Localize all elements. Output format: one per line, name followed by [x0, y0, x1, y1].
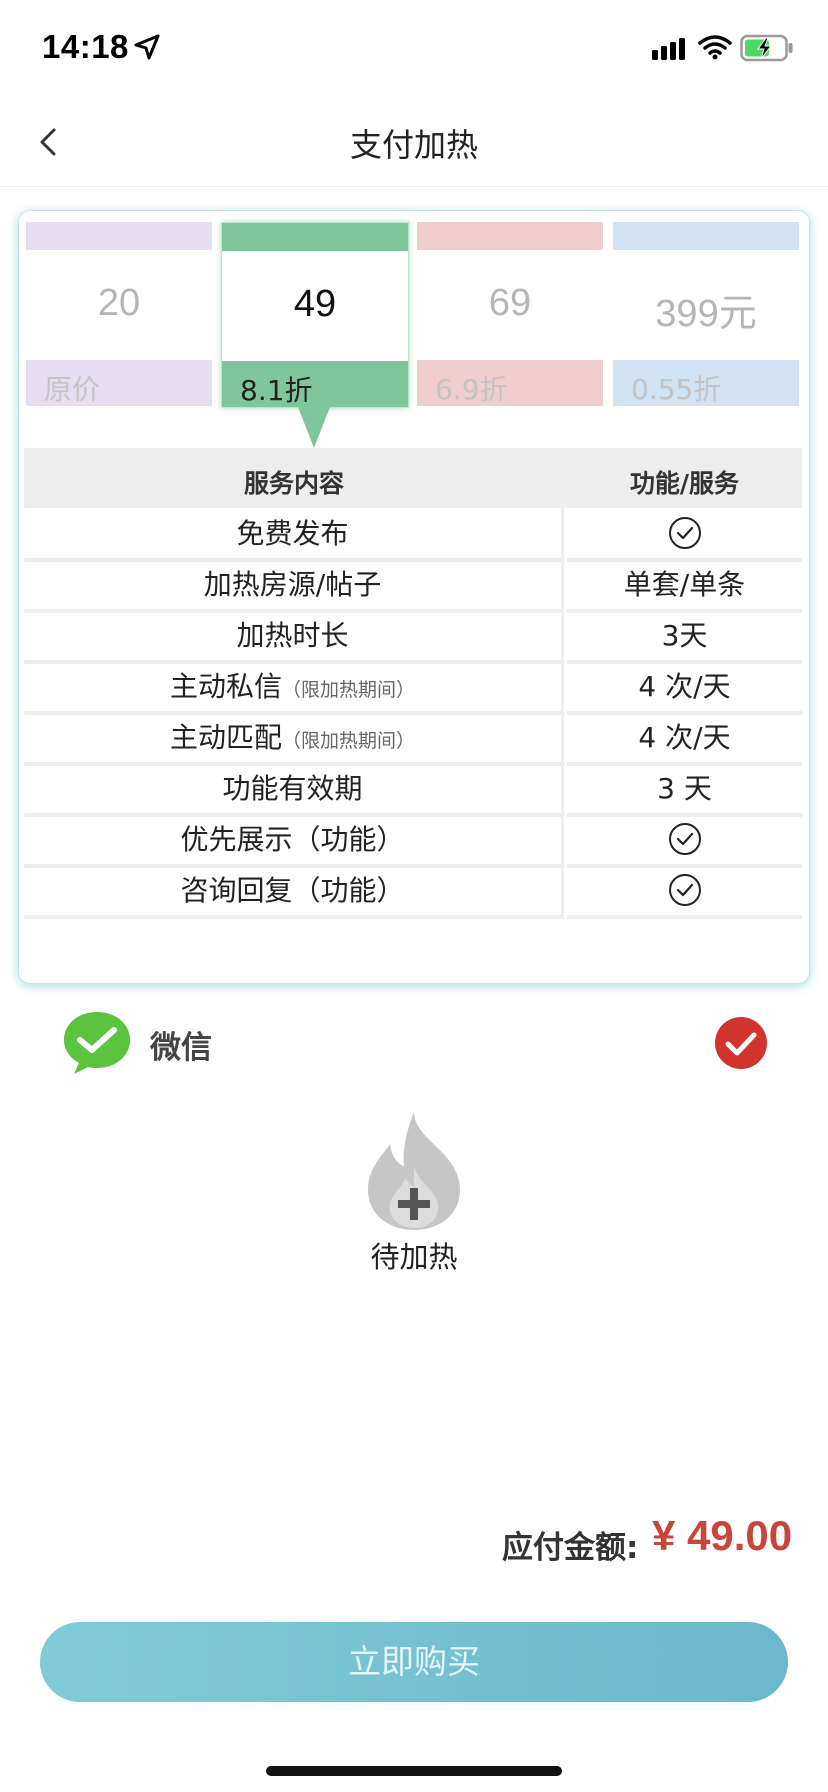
- service-name: 主动匹配: [169, 721, 282, 754]
- tier-price: 399元: [655, 293, 757, 335]
- payment-selected-check-icon[interactable]: [714, 1016, 768, 1070]
- service-value-cell: [567, 814, 802, 868]
- table-header: 服务内容 功能/服务: [24, 448, 802, 508]
- service-name: 功能有效期: [222, 772, 363, 805]
- service-name-cell: 加热房源/帖子: [24, 559, 564, 613]
- service-name: 咨询回复（功能）: [180, 874, 405, 907]
- buy-now-button[interactable]: 立即购买: [40, 1622, 788, 1702]
- service-name-cell: 功能有效期: [24, 763, 564, 817]
- service-name: 加热时长: [236, 619, 349, 652]
- service-name: 主动私信: [169, 670, 282, 703]
- heat-status-label: 待加热: [370, 1240, 458, 1274]
- home-indicator: [266, 1766, 562, 1776]
- tier-discount: 原价: [44, 373, 101, 406]
- service-note: （限加热期间）: [282, 679, 416, 701]
- wifi-icon: [698, 35, 732, 60]
- payment-method-label[interactable]: 微信: [150, 1022, 212, 1067]
- tier-price: 69: [488, 282, 532, 324]
- service-value: 单套/单条: [623, 568, 746, 601]
- service-name: 加热房源/帖子: [203, 568, 382, 601]
- table-header-feature: 功能/服务: [629, 469, 740, 498]
- table-row: 优先展示（功能）: [24, 814, 802, 868]
- table-row: 功能有效期 3 天: [24, 763, 802, 817]
- battery-charging-icon: [740, 34, 793, 62]
- table-header-service: 服务内容: [243, 469, 344, 498]
- service-value-cell: 4 次/天: [567, 712, 802, 766]
- location-arrow-icon: [134, 34, 160, 60]
- status-time: 14:18: [42, 28, 129, 65]
- total-label: 应付金额:: [502, 1530, 639, 1566]
- service-value-cell: [567, 508, 802, 562]
- table-row: 加热时长 3天: [24, 610, 802, 664]
- selected-tier-pointer-icon: [296, 402, 332, 448]
- fire-plus-icon: [368, 1112, 460, 1230]
- service-name-cell: 主动私信（限加热期间）: [24, 661, 564, 715]
- service-name: 优先展示（功能）: [180, 823, 405, 856]
- check-circle-icon: [668, 517, 701, 549]
- table-row: 咨询回复（功能）: [24, 865, 802, 919]
- page-title: 支付加热: [349, 126, 478, 164]
- check-circle-icon: [668, 874, 701, 906]
- tier-option-original[interactable]: 20 原价: [26, 222, 212, 406]
- service-value: 4 次/天: [638, 670, 731, 703]
- wechat-pay-icon: [64, 1012, 130, 1074]
- tier-band-top: [613, 222, 799, 250]
- service-value: 3 天: [657, 772, 712, 805]
- service-name-cell: 加热时长: [24, 610, 564, 664]
- tier-price: 49: [293, 283, 337, 325]
- tier-option-399[interactable]: 399元 0.55折: [613, 222, 799, 406]
- tier-option-69[interactable]: 69 6.9折: [417, 222, 603, 406]
- nav-divider: [0, 186, 828, 187]
- table-row: 主动匹配（限加热期间） 4 次/天: [24, 712, 802, 766]
- service-note: （限加热期间）: [282, 730, 416, 752]
- service-value: 4 次/天: [638, 721, 731, 754]
- tier-price: 20: [97, 282, 141, 324]
- service-value: 3天: [661, 619, 708, 652]
- tier-discount: 6.9折: [435, 373, 508, 406]
- total-amount: ¥ 49.00: [652, 1512, 793, 1559]
- tier-band-top: [26, 222, 212, 250]
- table-row: 免费发布: [24, 508, 802, 562]
- tier-discount: 0.55折: [631, 373, 722, 406]
- cellular-signal-icon: [652, 38, 685, 60]
- service-value-cell: 3天: [567, 610, 802, 664]
- service-name-cell: 优先展示（功能）: [24, 814, 564, 868]
- check-circle-icon: [668, 823, 701, 855]
- service-value-cell: 单套/单条: [567, 559, 802, 613]
- service-value-cell: [567, 865, 802, 919]
- tier-option-selected[interactable]: 49 8.1折: [221, 222, 409, 408]
- table-row: 加热房源/帖子 单套/单条: [24, 559, 802, 613]
- service-name-cell: 咨询回复（功能）: [24, 865, 564, 919]
- table-row: 主动私信（限加热期间） 4 次/天: [24, 661, 802, 715]
- tier-band-top: [417, 222, 603, 250]
- service-name-cell: 免费发布: [24, 508, 564, 562]
- service-name-cell: 主动匹配（限加热期间）: [24, 712, 564, 766]
- service-value-cell: 4 次/天: [567, 661, 802, 715]
- service-value-cell: 3 天: [567, 763, 802, 817]
- tier-band-top: [222, 223, 408, 251]
- service-name: 免费发布: [236, 517, 349, 550]
